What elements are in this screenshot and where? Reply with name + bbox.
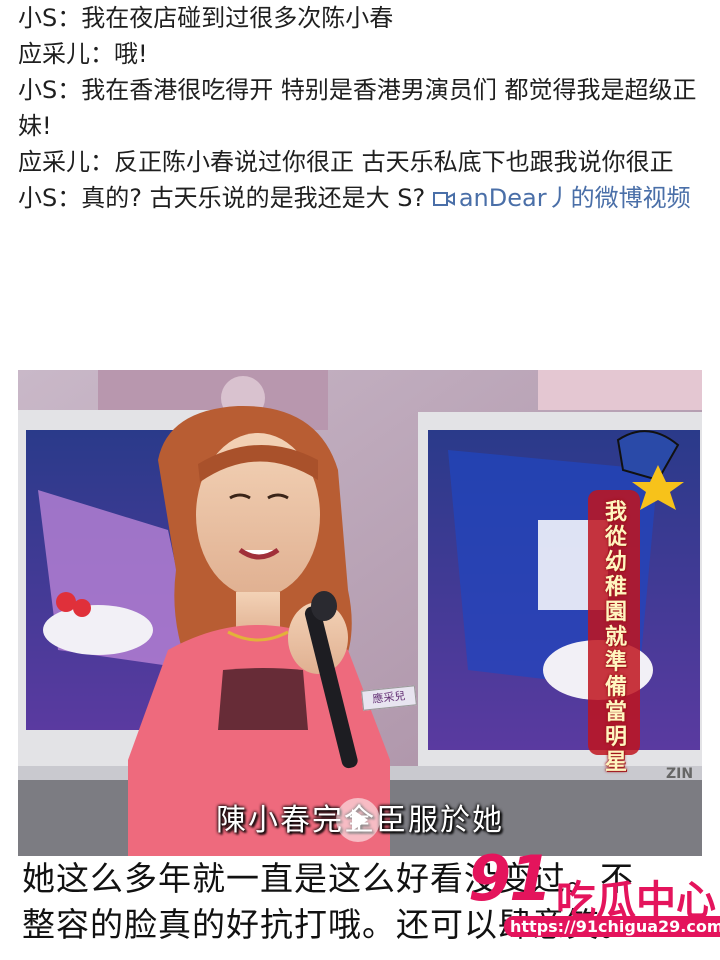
video-camera-icon	[432, 192, 455, 206]
post-line: 小S：我在夜店碰到过很多次陈小春	[18, 4, 394, 32]
studio-logo: ZIN	[666, 766, 694, 782]
show-banner: 我從幼稚園就準備當明星	[604, 499, 627, 775]
watermark-url: https://91chigua29.com	[504, 916, 720, 937]
post-line: 小S：我在香港很吃得开 特别是香港男演员们 都觉得我是超级正妹!	[18, 76, 697, 140]
post-line: 小S：真的? 古天乐说的是我还是大 S? anDear丿的微博视频	[18, 180, 708, 216]
post-line-text: 小S：真的? 古天乐说的是我还是大 S?	[18, 184, 426, 212]
post-line: 应采儿：哦!	[18, 40, 148, 68]
video-link-label: anDear丿的微博视频	[458, 184, 691, 212]
site-watermark: 91 吃瓜中心 https://91chigua29.com	[468, 842, 720, 952]
video-link[interactable]: anDear丿的微博视频	[432, 184, 691, 212]
play-icon[interactable]	[336, 798, 380, 842]
weibo-post-text: 小S：我在夜店碰到过很多次陈小春 应采儿：哦! 小S：我在香港很吃得开 特别是香…	[18, 0, 708, 216]
watermark-logo: 91	[468, 842, 552, 915]
video-player[interactable]: 應采兒 我從幼稚園就準備當明星 ZIN 陳小春完全臣服於她	[18, 370, 702, 856]
post-line: 应采儿：反正陈小春说过你很正 古天乐私底下也跟我说你很正	[18, 148, 674, 176]
